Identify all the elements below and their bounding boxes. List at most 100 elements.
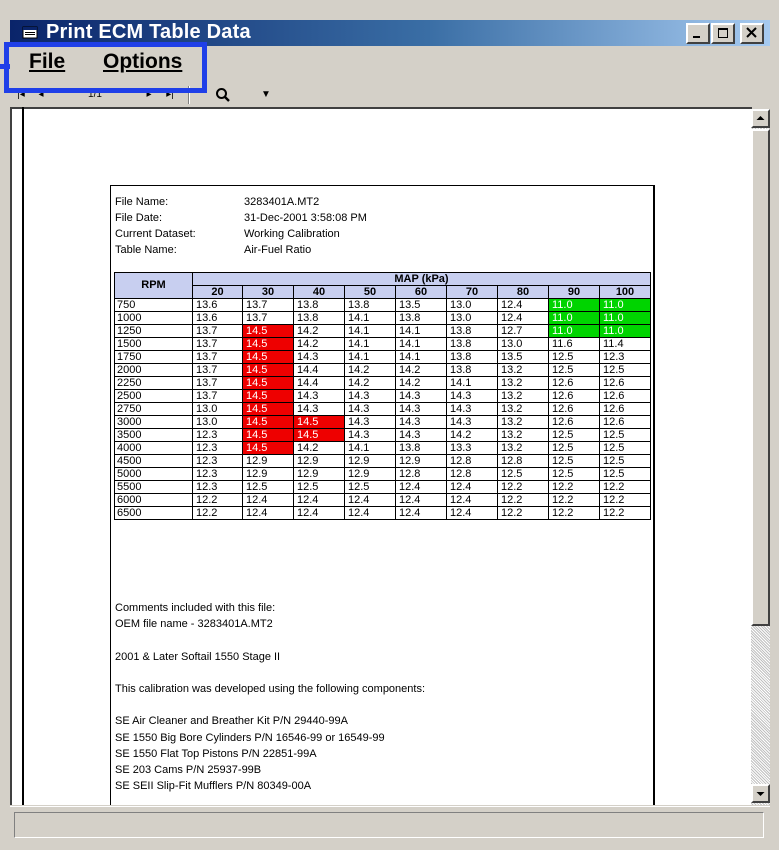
afr-cell: 12.6: [548, 389, 600, 403]
afr-cell: 12.6: [548, 402, 600, 416]
scroll-down-button[interactable]: [751, 784, 770, 803]
rpm-cell: 6500: [114, 506, 193, 520]
afr-cell: 14.5: [293, 428, 345, 442]
afr-cell: 12.5: [548, 428, 600, 442]
afr-cell: 13.7: [192, 389, 243, 403]
afr-cell: 12.6: [599, 389, 651, 403]
afr-cell: 12.2: [599, 493, 651, 507]
table-row: 3500 12.3 14.5 14.5 14.3 14.3 14.2 13.2 12.5 12.5: [114, 428, 651, 442]
table-row: 2250 13.7 14.5 14.4 14.2 14.2 14.1 13.2 12.6 12.6: [114, 376, 651, 390]
maximize-button[interactable]: [711, 23, 735, 44]
afr-cell: 12.6: [599, 402, 651, 416]
toolbar: [10, 84, 770, 106]
maximize-icon: [718, 28, 728, 38]
afr-cell: 14.2: [446, 428, 498, 442]
table-row: 4500 12.3 12.9 12.9 12.9 12.9 12.8 12.8 12.5 12.5: [114, 454, 651, 468]
comment-line: [115, 632, 425, 648]
afr-cell: 12.2: [192, 493, 243, 507]
afr-cell: 12.5: [599, 428, 651, 442]
meta-value-dataset: Working Calibration: [244, 228, 340, 240]
afr-cell: 14.3: [395, 402, 447, 416]
afr-cell: 12.8: [446, 467, 498, 481]
page-left-edge: [22, 107, 24, 805]
afr-cell: 12.4: [242, 493, 294, 507]
afr-cell: 13.8: [446, 337, 498, 351]
table-header-row: RPM MAP (kPa): [114, 272, 651, 299]
toolbar-separator: [188, 86, 190, 104]
rpm-cell: 2500: [114, 389, 193, 403]
afr-cell: 13.8: [344, 298, 396, 312]
table-body: 750 13.6 13.7 13.8 13.8 13.5 13.0 12.4 11.0 11.0 1…: [114, 298, 651, 520]
afr-cell: 13.7: [242, 311, 294, 325]
rpm-cell: 4500: [114, 454, 193, 468]
afr-cell: 12.5: [599, 467, 651, 481]
afr-cell: 14.1: [344, 324, 396, 338]
afr-cell: 11.6: [548, 337, 600, 351]
afr-cell: 12.2: [192, 506, 243, 520]
afr-cell: 14.5: [242, 324, 294, 338]
title-bar[interactable]: Print ECM Table Data: [10, 20, 770, 46]
minimize-button[interactable]: [686, 23, 710, 44]
zoom-button[interactable]: [212, 86, 234, 104]
afr-cell: 13.2: [497, 415, 549, 429]
column-header-row: 20 30 40 50 60 70 80 90 100: [115, 285, 651, 299]
afr-cell: 12.5: [293, 480, 345, 494]
afr-cell: 12.4: [242, 506, 294, 520]
rpm-cell: 5000: [114, 467, 193, 481]
afr-cell: 14.2: [395, 376, 447, 390]
print-ecm-window: Print ECM Table Data File Options |◂ ◂ 1…: [0, 0, 779, 850]
afr-cell: 12.3: [192, 441, 243, 455]
prev-page-button[interactable]: ◂: [32, 86, 50, 104]
afr-cell: 14.3: [446, 402, 498, 416]
status-pane: [14, 812, 764, 838]
rpm-cell: 1250: [114, 324, 193, 338]
afr-cell: 12.5: [548, 441, 600, 455]
afr-cell: 12.7: [497, 324, 549, 338]
afr-cell: 12.3: [192, 454, 243, 468]
afr-cell: 11.0: [548, 311, 600, 325]
column-header-20: 20: [192, 285, 243, 299]
comment-line: Comments included with this file:: [115, 602, 276, 614]
afr-cell: 14.3: [395, 415, 447, 429]
afr-cell: 13.7: [192, 350, 243, 364]
first-page-button[interactable]: |◂: [12, 86, 30, 104]
afr-cell: 12.9: [395, 454, 447, 468]
afr-cell: 12.5: [599, 441, 651, 455]
menu-file[interactable]: File: [29, 50, 65, 74]
scroll-thumb[interactable]: [751, 129, 770, 626]
afr-cell: 13.0: [497, 337, 549, 351]
afr-cell: 14.5: [242, 337, 294, 351]
afr-cell: 12.9: [242, 467, 294, 481]
magnifier-icon: [216, 88, 230, 102]
afr-cell: 14.2: [344, 376, 396, 390]
afr-cell: 12.8: [395, 467, 447, 481]
rpm-cell: 6000: [114, 493, 193, 507]
table-row: 750 13.6 13.7 13.8 13.8 13.5 13.0 12.4 11.0 11.0: [114, 298, 651, 312]
comments-block: Comments included with this file: OEM fil…: [115, 600, 425, 794]
afr-cell: 12.4: [344, 493, 396, 507]
table-row: 1000 13.6 13.7 13.8 14.1 13.8 13.0 12.4 11.0 11.0: [114, 311, 651, 325]
rpm-cell: 2000: [114, 363, 193, 377]
app-icon: [22, 26, 38, 39]
column-header-50: 50: [344, 285, 396, 299]
afr-cell: 14.3: [344, 415, 396, 429]
afr-cell: 14.5: [242, 350, 294, 364]
afr-cell: 14.1: [395, 324, 447, 338]
comment-line: SE 1550 Big Bore Cylinders P/N 16546-99 …: [115, 731, 385, 744]
afr-cell: 14.1: [446, 376, 498, 390]
afr-cell: 11.0: [599, 311, 651, 325]
rpm-cell: 1000: [114, 311, 193, 325]
afr-cell: 14.5: [242, 441, 294, 455]
last-page-button[interactable]: ▸|: [160, 86, 180, 104]
afr-cell: 12.5: [599, 363, 651, 377]
zoom-dropdown-button[interactable]: ▼: [258, 86, 274, 104]
comment-line: This calibration was developed using the…: [115, 682, 426, 695]
close-button[interactable]: [740, 23, 764, 44]
window-title: Print ECM Table Data: [46, 21, 251, 43]
afr-cell: 14.3: [293, 350, 345, 364]
menu-options[interactable]: Options: [103, 50, 182, 74]
scroll-up-button[interactable]: [751, 109, 770, 128]
rpm-cell: 2250: [114, 376, 193, 390]
next-page-button[interactable]: ▸: [140, 86, 158, 104]
afr-cell: 12.4: [293, 506, 345, 520]
